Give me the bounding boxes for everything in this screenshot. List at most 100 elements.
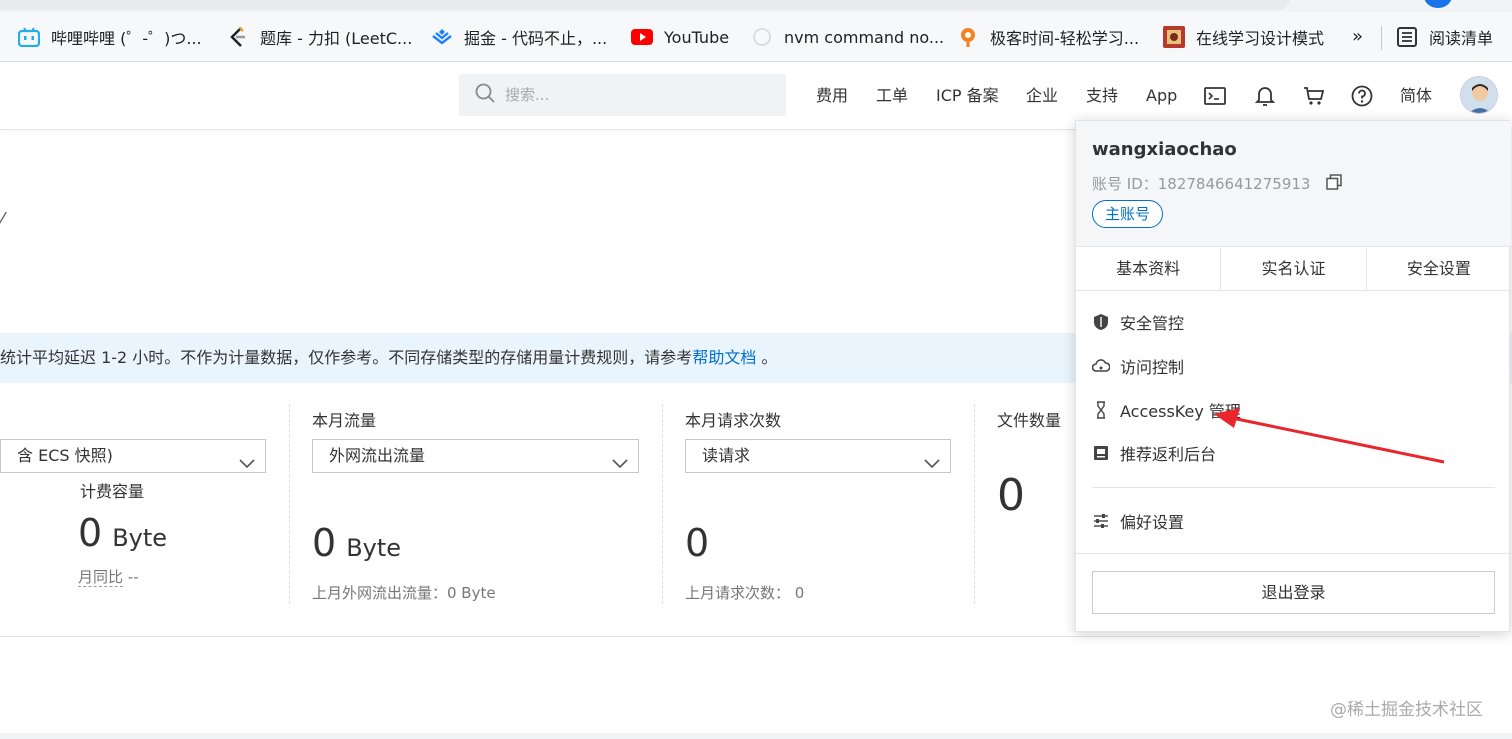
bookmark-youtube[interactable]: YouTube xyxy=(631,12,729,62)
cart-icon[interactable] xyxy=(1302,84,1326,108)
nav-icp[interactable]: ICP 备案 xyxy=(936,62,999,130)
avatar[interactable] xyxy=(1460,76,1498,114)
bookmark-geekbang[interactable]: 极客时间-轻松学习... xyxy=(957,12,1139,62)
nav-billing[interactable]: 费用 xyxy=(816,62,848,130)
value-unit: Byte xyxy=(112,524,168,552)
value-number: 0 xyxy=(78,511,103,555)
request-type-select[interactable]: 读请求 xyxy=(685,439,951,473)
watermark: @稀土掘金技术社区 xyxy=(1330,700,1483,720)
menu-label: 安全管控 xyxy=(1120,314,1185,333)
main-account-badge: 主账号 xyxy=(1092,200,1164,228)
traffic-value: 0 Byte xyxy=(312,521,401,565)
key-icon xyxy=(1092,401,1110,419)
sliders-icon xyxy=(1092,512,1110,530)
chevron-down-icon xyxy=(924,449,940,469)
bookmarks-divider xyxy=(1381,26,1382,50)
bottom-strip xyxy=(0,733,1512,739)
nav-enterprise[interactable]: 企业 xyxy=(1026,62,1058,130)
address-bar[interactable] xyxy=(0,0,1290,10)
value-number: 0 xyxy=(685,521,710,565)
panel-divider xyxy=(1076,553,1511,554)
value-number: 0 xyxy=(312,521,337,565)
stat-divider xyxy=(289,404,290,604)
notice-text: 统计平均延迟 1-2 小时。不作为计量数据，仅作参考。不同存储类型的存储用量计费… xyxy=(0,348,693,367)
more-bookmarks-button[interactable]: » xyxy=(1352,12,1363,62)
youtube-icon xyxy=(631,26,653,48)
bookmark-label: 在线学习设计模式 xyxy=(1196,29,1325,48)
terminal-icon[interactable] xyxy=(1203,84,1227,108)
search-icon xyxy=(475,83,495,107)
bell-icon[interactable] xyxy=(1253,84,1277,108)
menu-access-control[interactable]: 访问控制 xyxy=(1092,352,1184,380)
bookmarks-bar: 哔哩哔哩 (゜-゜)つ... 题库 - 力扣 (LeetC... 掘金 - 代码… xyxy=(0,12,1512,62)
stat-divider xyxy=(662,404,663,604)
copy-icon[interactable] xyxy=(1326,174,1342,190)
storage-value: 0 Byte xyxy=(78,511,167,555)
tab-basic-info[interactable]: 基本资料 xyxy=(1076,247,1222,290)
reading-list[interactable]: 阅读清单 xyxy=(1396,12,1493,62)
notice-tail: 。 xyxy=(756,348,778,367)
menu-label: 访问控制 xyxy=(1120,358,1185,377)
refactoring-icon xyxy=(1163,26,1185,48)
address-bar-remnant xyxy=(0,0,1512,12)
last-month-requests: 上月请求次数： 0 xyxy=(685,584,805,602)
gift-icon xyxy=(1092,444,1110,462)
help-doc-link[interactable]: 帮助文档 xyxy=(692,348,756,367)
account-id-value: 1827846641275913 xyxy=(1157,175,1311,193)
value-unit: Byte xyxy=(346,534,402,562)
storage-type-select[interactable]: 含 ECS 快照) xyxy=(0,439,266,473)
monthly-traffic-title: 本月流量 xyxy=(312,411,377,430)
logout-button[interactable]: 退出登录 xyxy=(1092,571,1495,614)
bookmark-bilibili[interactable]: 哔哩哔哩 (゜-゜)つ... xyxy=(18,12,202,62)
stat-divider xyxy=(974,404,975,604)
reading-list-icon xyxy=(1396,26,1418,48)
tab-verification[interactable]: 实名认证 xyxy=(1221,247,1367,290)
shield-icon xyxy=(1092,313,1110,331)
requests-value: 0 xyxy=(685,521,709,565)
menu-preferences[interactable]: 偏好设置 xyxy=(1092,507,1184,535)
mom-value: -- xyxy=(127,568,139,586)
mom-label: 月同比 xyxy=(78,568,124,587)
reading-list-label: 阅读清单 xyxy=(1429,29,1494,48)
collapse-chevron[interactable]: ⁄ xyxy=(0,208,3,232)
bookmark-refactoring[interactable]: 在线学习设计模式 xyxy=(1163,12,1324,62)
bookmark-leetcode[interactable]: 题库 - 力扣 (LeetC... xyxy=(227,12,412,62)
select-value: 含 ECS 快照) xyxy=(17,446,113,465)
nav-tickets[interactable]: 工单 xyxy=(876,62,908,130)
monthly-requests-title: 本月请求次数 xyxy=(685,411,782,430)
help-icon[interactable] xyxy=(1350,84,1374,108)
bookmark-nvm[interactable]: nvm command no... xyxy=(751,12,944,62)
traffic-type-select[interactable]: 外网流出流量 xyxy=(312,439,639,473)
select-value: 读请求 xyxy=(702,446,751,465)
bookmark-label: 极客时间-轻松学习... xyxy=(990,29,1140,48)
menu-label: AccessKey 管理 xyxy=(1120,402,1241,421)
github-icon xyxy=(751,26,773,48)
account-tabs: 基本资料 实名认证 安全设置 xyxy=(1076,246,1511,291)
profile-icon[interactable] xyxy=(1424,0,1452,8)
bookmark-label: YouTube xyxy=(664,27,730,47)
billing-capacity-label: 计费容量 xyxy=(80,482,145,501)
bilibili-icon xyxy=(18,26,40,48)
bookmark-juejin[interactable]: 掘金 - 代码不止，... xyxy=(431,12,607,62)
file-count-value: 0 xyxy=(997,470,1025,521)
leetcode-icon xyxy=(227,26,249,48)
account-id: 账号 ID：1827846641275913 xyxy=(1092,173,1310,194)
search-box[interactable] xyxy=(459,74,786,116)
juejin-icon xyxy=(431,26,453,48)
account-header: wangxiaochao 账号 ID：1827846641275913 主账号 xyxy=(1076,121,1511,246)
chevron-down-icon xyxy=(239,449,255,469)
section-divider xyxy=(0,636,1480,637)
menu-accesskey[interactable]: AccessKey 管理 xyxy=(1092,396,1241,424)
username: wangxiaochao xyxy=(1092,139,1237,160)
account-dropdown: wangxiaochao 账号 ID：1827846641275913 主账号 … xyxy=(1075,120,1511,632)
select-value: 外网流出流量 xyxy=(329,446,426,465)
chevron-down-icon xyxy=(612,449,628,469)
mom-compare: 月同比 -- xyxy=(78,566,139,587)
menu-label: 偏好设置 xyxy=(1120,513,1185,532)
tab-security-settings[interactable]: 安全设置 xyxy=(1367,247,1511,290)
menu-referral[interactable]: 推荐返利后台 xyxy=(1092,439,1216,467)
geekbang-icon xyxy=(957,26,979,48)
bookmark-label: nvm command no... xyxy=(784,27,945,47)
search-input[interactable] xyxy=(505,86,765,104)
menu-security-control[interactable]: 安全管控 xyxy=(1092,308,1184,336)
